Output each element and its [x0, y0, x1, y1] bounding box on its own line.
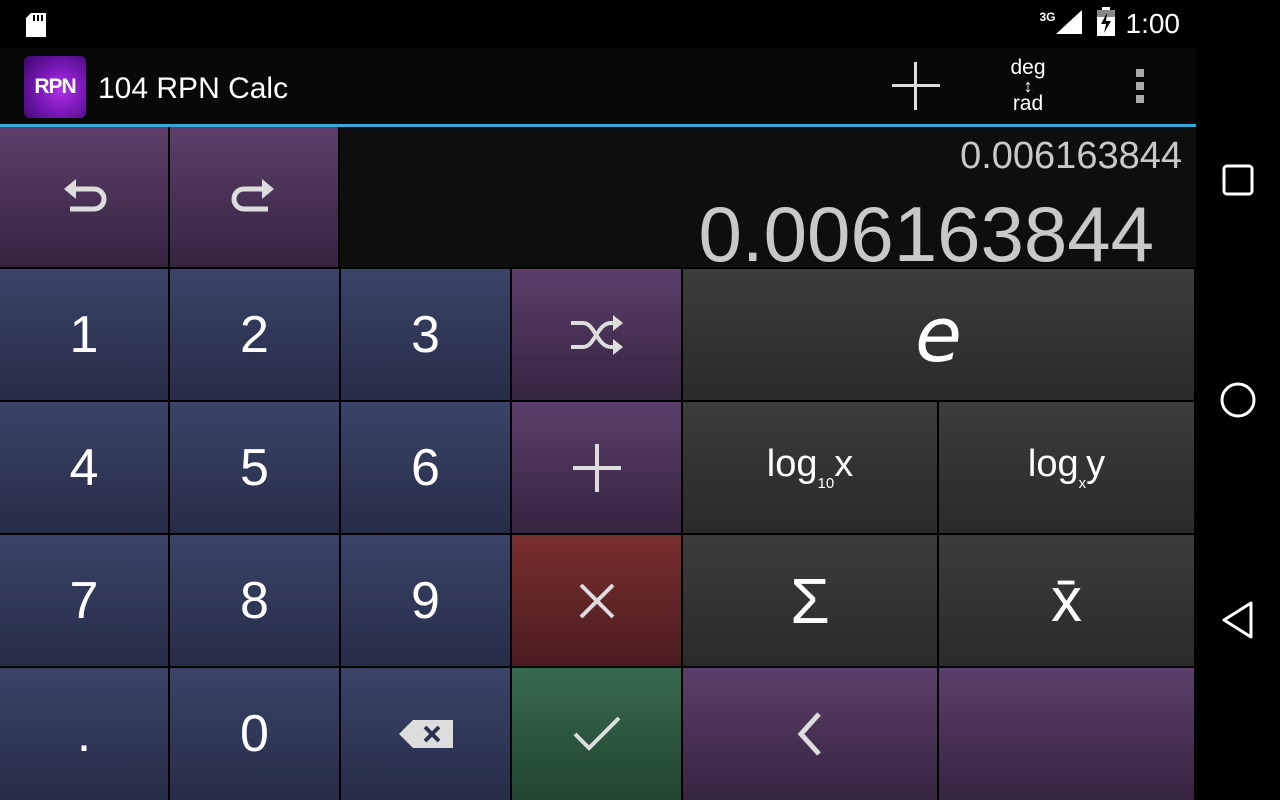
e-constant-label: e [915, 290, 962, 379]
e-constant-button[interactable]: e [683, 269, 1194, 400]
enter-button[interactable] [512, 668, 681, 800]
angle-mode-toggle[interactable]: deg ↕ rad [992, 48, 1064, 124]
home-button[interactable] [1218, 380, 1258, 420]
stack-display: 0.006163844 0.006163844 [340, 127, 1196, 278]
signal-icon [1052, 8, 1084, 41]
log-base-x-label: logxy [1027, 443, 1106, 492]
battery-charging-icon [1096, 6, 1116, 42]
key-1[interactable]: 1 [0, 269, 168, 400]
key-7[interactable]: 7 [0, 535, 168, 666]
multiply-key[interactable] [512, 535, 681, 666]
key-4[interactable]: 4 [0, 402, 168, 533]
key-0[interactable]: 0 [170, 668, 339, 800]
clock: 1:00 [1125, 8, 1181, 39]
home-icon [1220, 382, 1256, 418]
app-logo: RPN [24, 56, 86, 118]
key-9[interactable]: 9 [341, 535, 510, 666]
key-8[interactable]: 8 [170, 535, 339, 666]
key-dot[interactable]: . [0, 668, 168, 800]
plus-icon [892, 62, 940, 110]
sd-card-icon [24, 12, 48, 43]
swap-button[interactable] [512, 269, 681, 400]
key-2[interactable]: 2 [170, 269, 339, 400]
overflow-dot [1136, 82, 1144, 90]
overflow-dot [1136, 69, 1144, 77]
status-bar: 3G 1:00 [0, 0, 1196, 48]
system-nav-bar [1196, 0, 1280, 800]
redo-button[interactable] [170, 127, 338, 267]
key-3[interactable]: 3 [341, 269, 510, 400]
key-6[interactable]: 6 [341, 402, 510, 533]
back-icon [1222, 601, 1253, 639]
log-base-x-button[interactable]: logxy [939, 402, 1194, 533]
overflow-menu-button[interactable] [1110, 48, 1170, 124]
app-bar: RPN 104 RPN Calc deg ↕ rad [0, 48, 1196, 124]
mean-button[interactable]: x̄ [939, 535, 1194, 666]
backspace-button[interactable] [341, 668, 510, 800]
log10-label: log10x [766, 443, 854, 492]
angle-mode-rad-label: rad [1012, 92, 1044, 115]
back-button[interactable] [1218, 600, 1258, 640]
overflow-dot [1136, 95, 1144, 103]
redo-icon [231, 179, 274, 212]
sum-button[interactable]: Σ [683, 535, 937, 666]
multiply-icon [579, 583, 614, 618]
undo-button[interactable] [0, 127, 168, 267]
network-type-label: 3G [1039, 10, 1056, 24]
recents-button[interactable] [1218, 160, 1258, 200]
add-button[interactable] [884, 48, 948, 124]
stack-level-2: 0.006163844 [960, 135, 1182, 177]
blank-function-key[interactable] [939, 668, 1194, 800]
app-title: 104 RPN Calc [98, 72, 289, 105]
add-key[interactable] [512, 402, 681, 533]
undo-icon [64, 179, 107, 212]
stack-level-1: 0.006163844 [698, 190, 1154, 278]
angle-mode-deg-label: deg [1010, 56, 1046, 79]
shuffle-icon [570, 314, 623, 355]
chevron-left-icon [797, 712, 821, 756]
plus-icon [572, 443, 621, 492]
recents-icon [1222, 164, 1254, 196]
backspace-icon [398, 720, 453, 748]
key-5[interactable]: 5 [170, 402, 339, 533]
log10-button[interactable]: log10x [683, 402, 937, 533]
check-icon [573, 716, 620, 751]
previous-page-button[interactable] [683, 668, 937, 800]
